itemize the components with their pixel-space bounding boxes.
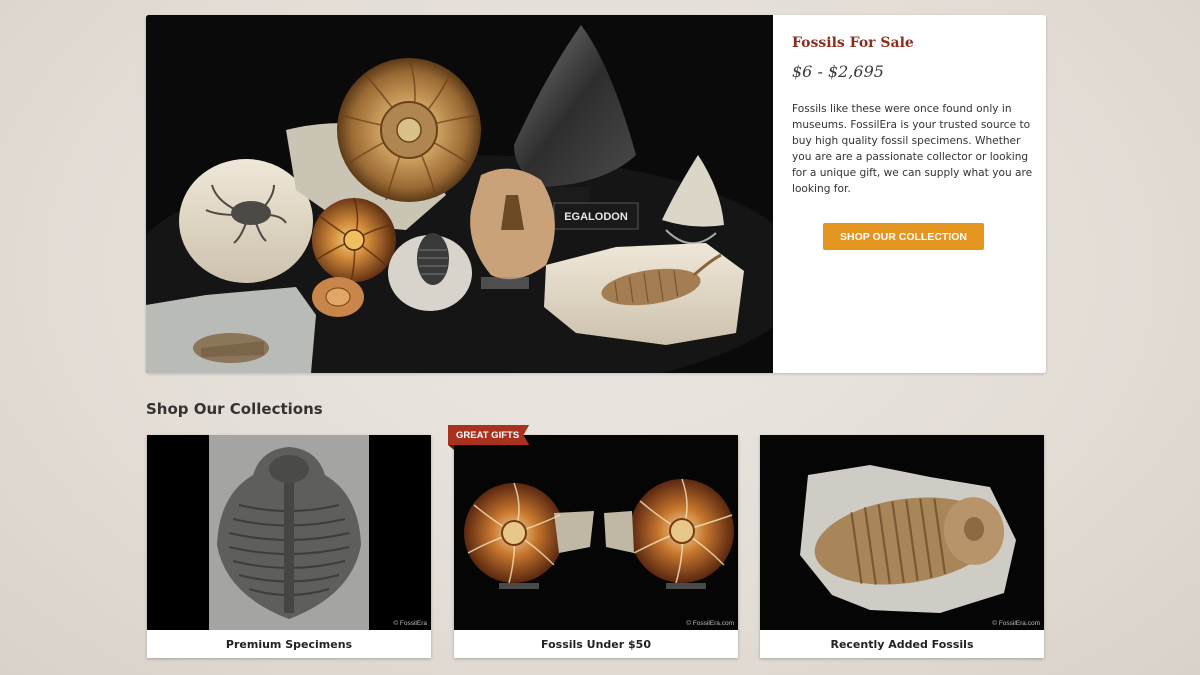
collection-card-label[interactable]: Recently Added Fossils [760, 630, 1044, 658]
recently-added-image[interactable]: © FossilEra.com [760, 435, 1044, 630]
badge-fold [448, 445, 454, 450]
featured-hero: EGALODON Fossils For Sale $6 - $2,695 Fo… [146, 15, 1046, 373]
trilobite-on-matrix-photo [147, 435, 431, 630]
fossils-under-50-image[interactable]: © FossilEra.com [454, 435, 738, 630]
hero-fossils-photo[interactable]: EGALODON [146, 15, 773, 373]
collection-card-recent[interactable]: © FossilEra.com Recently Added Fossils [760, 435, 1044, 658]
watermark: © FossilEra.com [992, 620, 1040, 627]
ammonite-pair-photo [454, 435, 738, 630]
hero-title[interactable]: Fossils For Sale [792, 35, 914, 51]
watermark: © FossilEra.com [686, 620, 734, 627]
trilobite-photo [760, 435, 1044, 630]
collections-heading: Shop Our Collections [146, 400, 323, 418]
hero-info-panel: Fossils For Sale $6 - $2,695 Fossils lik… [773, 15, 1046, 373]
megalodon-stand-label: EGALODON [564, 211, 628, 223]
hero-price-range: $6 - $2,695 [792, 62, 884, 81]
collection-card-label[interactable]: Fossils Under $50 [454, 630, 738, 658]
collection-card-under-50[interactable]: © FossilEra.com Fossils Under $50 [454, 435, 738, 658]
shop-collection-button[interactable]: SHOP OUR COLLECTION [823, 223, 984, 250]
collection-card-label[interactable]: Premium Specimens [147, 630, 431, 658]
watermark: © FossilEra [393, 620, 427, 627]
great-gifts-badge: GREAT GIFTS [448, 425, 530, 445]
collection-card-premium[interactable]: © FossilEra Premium Specimens [147, 435, 431, 658]
hero-description: Fossils like these were once found only … [792, 103, 1033, 195]
fossil-collection-image: EGALODON [146, 15, 773, 373]
premium-specimens-image[interactable]: © FossilEra [147, 435, 431, 630]
